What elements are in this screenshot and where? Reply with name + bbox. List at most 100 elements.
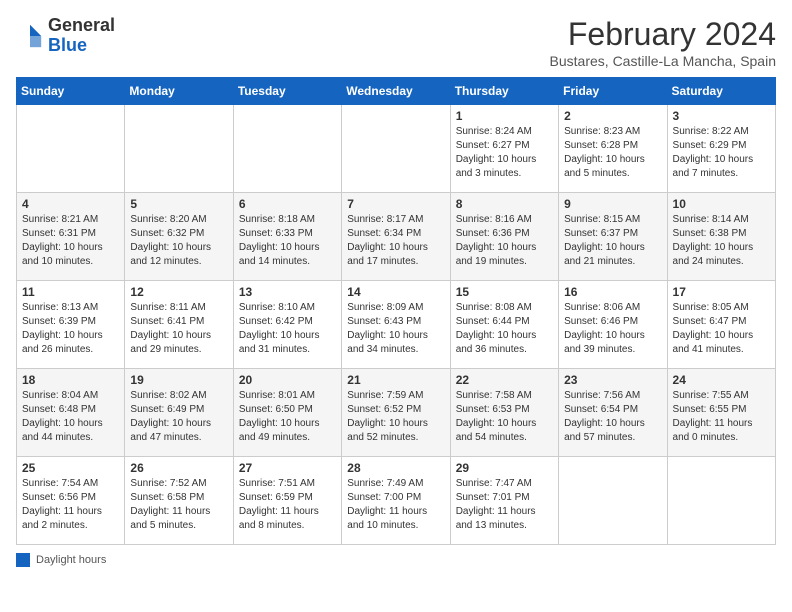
legend-color-box bbox=[16, 553, 30, 567]
day-of-week-header: Friday bbox=[559, 78, 667, 105]
day-number: 29 bbox=[456, 461, 553, 475]
day-number: 21 bbox=[347, 373, 444, 387]
day-number: 16 bbox=[564, 285, 661, 299]
logo-icon bbox=[16, 22, 44, 50]
calendar-cell: 21 Sunrise: 7:59 AM Sunset: 6:52 PM Dayli… bbox=[342, 369, 450, 457]
calendar-week-row: 18Sunrise: 8:04 AM Sunset: 6:48 PM Dayli… bbox=[17, 369, 776, 457]
day-number: 22 bbox=[456, 373, 553, 387]
calendar-cell: 20 Sunrise: 8:01 AM Sunset: 6:50 PM Dayli… bbox=[233, 369, 341, 457]
day-info: Sunrise: 8:05 AM Sunset: 6:47 PM Dayligh… bbox=[673, 301, 770, 357]
day-info: Sunrise: 7:49 AM Sunset: 7:00 PM Dayligh… bbox=[347, 477, 444, 533]
day-info: Sunrise: 8:06 AM Sunset: 6:46 PM Dayligh… bbox=[564, 301, 661, 357]
day-number: 20 bbox=[239, 373, 336, 387]
calendar-cell: 12 Sunrise: 8:11 AM Sunset: 6:41 PM Dayli… bbox=[125, 281, 233, 369]
day-of-week-header: Saturday bbox=[667, 78, 775, 105]
day-number: 2 bbox=[564, 109, 661, 123]
calendar-cell bbox=[342, 105, 450, 193]
legend-label: Daylight hours bbox=[36, 554, 106, 566]
calendar-cell: 11Sunrise: 8:13 AM Sunset: 6:39 PM Dayli… bbox=[17, 281, 125, 369]
day-number: 25 bbox=[22, 461, 119, 475]
day-number: 17 bbox=[673, 285, 770, 299]
day-of-week-header: Sunday bbox=[17, 78, 125, 105]
page-header: General Blue February 2024 Bustares, Cas… bbox=[16, 16, 776, 69]
day-number: 28 bbox=[347, 461, 444, 475]
calendar-cell bbox=[233, 105, 341, 193]
logo-blue-text: Blue bbox=[48, 35, 87, 55]
calendar-week-row: 25Sunrise: 7:54 AM Sunset: 6:56 PM Dayli… bbox=[17, 457, 776, 545]
calendar-cell bbox=[667, 457, 775, 545]
day-number: 10 bbox=[673, 197, 770, 211]
calendar-cell: 10Sunrise: 8:14 AM Sunset: 6:38 PM Dayli… bbox=[667, 193, 775, 281]
calendar-cell: 3 Sunrise: 8:22 AM Sunset: 6:29 PM Daylig… bbox=[667, 105, 775, 193]
day-number: 26 bbox=[130, 461, 227, 475]
day-of-week-header: Thursday bbox=[450, 78, 558, 105]
day-info: Sunrise: 8:22 AM Sunset: 6:29 PM Dayligh… bbox=[673, 125, 770, 181]
day-of-week-header: Monday bbox=[125, 78, 233, 105]
day-info: Sunrise: 8:15 AM Sunset: 6:37 PM Dayligh… bbox=[564, 213, 661, 269]
logo: General Blue bbox=[16, 16, 115, 56]
calendar-cell: 1Sunrise: 8:24 AM Sunset: 6:27 PM Daylig… bbox=[450, 105, 558, 193]
calendar-cell: 16 Sunrise: 8:06 AM Sunset: 6:46 PM Dayli… bbox=[559, 281, 667, 369]
calendar-table: SundayMondayTuesdayWednesdayThursdayFrid… bbox=[16, 77, 776, 545]
day-info: Sunrise: 7:56 AM Sunset: 6:54 PM Dayligh… bbox=[564, 389, 661, 445]
day-info: Sunrise: 7:47 AM Sunset: 7:01 PM Dayligh… bbox=[456, 477, 553, 533]
day-number: 13 bbox=[239, 285, 336, 299]
month-title: February 2024 bbox=[550, 16, 776, 53]
legend: Daylight hours bbox=[16, 553, 776, 567]
calendar-cell: 18Sunrise: 8:04 AM Sunset: 6:48 PM Dayli… bbox=[17, 369, 125, 457]
calendar-cell: 8 Sunrise: 8:16 AM Sunset: 6:36 PM Daylig… bbox=[450, 193, 558, 281]
calendar-cell: 27 Sunrise: 7:51 AM Sunset: 6:59 PM Dayli… bbox=[233, 457, 341, 545]
day-info: Sunrise: 8:16 AM Sunset: 6:36 PM Dayligh… bbox=[456, 213, 553, 269]
logo-general-text: General bbox=[48, 15, 115, 35]
day-number: 14 bbox=[347, 285, 444, 299]
calendar-cell bbox=[17, 105, 125, 193]
day-info: Sunrise: 8:21 AM Sunset: 6:31 PM Dayligh… bbox=[22, 213, 119, 269]
day-info: Sunrise: 7:55 AM Sunset: 6:55 PM Dayligh… bbox=[673, 389, 770, 445]
day-number: 3 bbox=[673, 109, 770, 123]
calendar-cell bbox=[125, 105, 233, 193]
calendar-cell: 26Sunrise: 7:52 AM Sunset: 6:58 PM Dayli… bbox=[125, 457, 233, 545]
calendar-week-row: 11Sunrise: 8:13 AM Sunset: 6:39 PM Dayli… bbox=[17, 281, 776, 369]
calendar-cell: 4Sunrise: 8:21 AM Sunset: 6:31 PM Daylig… bbox=[17, 193, 125, 281]
calendar-cell: 9 Sunrise: 8:15 AM Sunset: 6:37 PM Daylig… bbox=[559, 193, 667, 281]
calendar-cell: 5Sunrise: 8:20 AM Sunset: 6:32 PM Daylig… bbox=[125, 193, 233, 281]
calendar-cell: 22Sunrise: 7:58 AM Sunset: 6:53 PM Dayli… bbox=[450, 369, 558, 457]
calendar-cell: 14Sunrise: 8:09 AM Sunset: 6:43 PM Dayli… bbox=[342, 281, 450, 369]
calendar-cell: 15 Sunrise: 8:08 AM Sunset: 6:44 PM Dayli… bbox=[450, 281, 558, 369]
calendar-cell: 13 Sunrise: 8:10 AM Sunset: 6:42 PM Dayli… bbox=[233, 281, 341, 369]
calendar-cell: 28 Sunrise: 7:49 AM Sunset: 7:00 PM Dayli… bbox=[342, 457, 450, 545]
location-subtitle: Bustares, Castille-La Mancha, Spain bbox=[550, 53, 776, 69]
day-number: 12 bbox=[130, 285, 227, 299]
day-number: 9 bbox=[564, 197, 661, 211]
day-number: 6 bbox=[239, 197, 336, 211]
day-info: Sunrise: 8:08 AM Sunset: 6:44 PM Dayligh… bbox=[456, 301, 553, 357]
day-number: 23 bbox=[564, 373, 661, 387]
calendar-cell: 2Sunrise: 8:23 AM Sunset: 6:28 PM Daylig… bbox=[559, 105, 667, 193]
calendar-cell: 24 Sunrise: 7:55 AM Sunset: 6:55 PM Dayli… bbox=[667, 369, 775, 457]
day-info: Sunrise: 7:59 AM Sunset: 6:52 PM Dayligh… bbox=[347, 389, 444, 445]
day-number: 24 bbox=[673, 373, 770, 387]
calendar-cell: 17 Sunrise: 8:05 AM Sunset: 6:47 PM Dayli… bbox=[667, 281, 775, 369]
header-row: SundayMondayTuesdayWednesdayThursdayFrid… bbox=[17, 78, 776, 105]
day-number: 8 bbox=[456, 197, 553, 211]
day-number: 5 bbox=[130, 197, 227, 211]
day-info: Sunrise: 7:51 AM Sunset: 6:59 PM Dayligh… bbox=[239, 477, 336, 533]
calendar-cell: 23 Sunrise: 7:56 AM Sunset: 6:54 PM Dayli… bbox=[559, 369, 667, 457]
day-number: 1 bbox=[456, 109, 553, 123]
day-info: Sunrise: 8:04 AM Sunset: 6:48 PM Dayligh… bbox=[22, 389, 119, 445]
day-number: 15 bbox=[456, 285, 553, 299]
calendar-cell: 25Sunrise: 7:54 AM Sunset: 6:56 PM Dayli… bbox=[17, 457, 125, 545]
calendar-cell bbox=[559, 457, 667, 545]
day-info: Sunrise: 8:11 AM Sunset: 6:41 PM Dayligh… bbox=[130, 301, 227, 357]
calendar-cell: 19 Sunrise: 8:02 AM Sunset: 6:49 PM Dayli… bbox=[125, 369, 233, 457]
day-number: 27 bbox=[239, 461, 336, 475]
calendar-cell: 7Sunrise: 8:17 AM Sunset: 6:34 PM Daylig… bbox=[342, 193, 450, 281]
calendar-week-row: 1Sunrise: 8:24 AM Sunset: 6:27 PM Daylig… bbox=[17, 105, 776, 193]
day-of-week-header: Wednesday bbox=[342, 78, 450, 105]
day-info: Sunrise: 8:01 AM Sunset: 6:50 PM Dayligh… bbox=[239, 389, 336, 445]
day-info: Sunrise: 8:18 AM Sunset: 6:33 PM Dayligh… bbox=[239, 213, 336, 269]
day-info: Sunrise: 8:17 AM Sunset: 6:34 PM Dayligh… bbox=[347, 213, 444, 269]
day-info: Sunrise: 8:02 AM Sunset: 6:49 PM Dayligh… bbox=[130, 389, 227, 445]
day-info: Sunrise: 8:10 AM Sunset: 6:42 PM Dayligh… bbox=[239, 301, 336, 357]
day-number: 19 bbox=[130, 373, 227, 387]
